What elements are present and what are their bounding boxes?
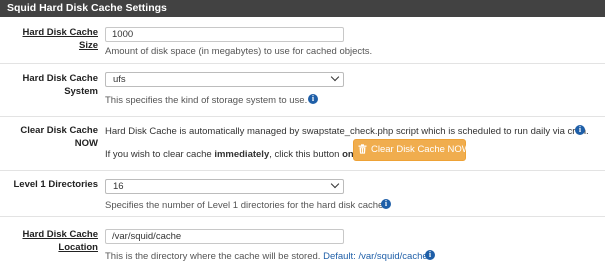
- cache-size-row: Hard Disk Cache Size 1000 Amount of disk…: [0, 17, 605, 63]
- cache-location-label[interactable]: Hard Disk Cache Location: [0, 229, 98, 254]
- cache-size-help: Amount of disk space (in megabytes) to u…: [105, 46, 373, 57]
- info-icon[interactable]: i: [575, 125, 585, 135]
- cache-system-label: Hard Disk Cache System: [22, 73, 98, 97]
- cache-location-help: This is the directory where the cache wi…: [105, 251, 428, 262]
- level1-dirs-label: Level 1 Directories: [13, 179, 99, 190]
- chevron-down-icon: [330, 179, 340, 189]
- level1-dirs-help: Specifies the number of Level 1 director…: [105, 200, 386, 211]
- cache-size-label[interactable]: Hard Disk Cache Size: [0, 27, 98, 52]
- cache-system-select[interactable]: ufs: [105, 72, 344, 87]
- info-icon[interactable]: i: [381, 199, 391, 209]
- cache-size-input[interactable]: 1000: [105, 27, 344, 42]
- level1-dirs-row: Level 1 Directories 16 Specifies the num…: [0, 170, 605, 216]
- chevron-down-icon: [330, 72, 340, 82]
- default-value-text: Default: /var/squid/cache: [323, 251, 428, 262]
- panel-title: Squid Hard Disk Cache Settings: [0, 0, 605, 17]
- clear-disk-cache-now-button[interactable]: Clear Disk Cache NOW: [353, 139, 471, 161]
- cache-system-row: Hard Disk Cache System ufs This specifie…: [0, 63, 605, 116]
- level1-dirs-select[interactable]: 16: [105, 179, 344, 194]
- cache-location-input[interactable]: /var/squid/cache: [105, 229, 344, 244]
- info-icon[interactable]: i: [308, 94, 318, 104]
- cache-settings-panel: Squid Hard Disk Cache Settings Hard Disk…: [0, 0, 605, 270]
- clear-cache-label: Clear Disk Cache NOW: [20, 125, 98, 149]
- info-icon[interactable]: i: [425, 250, 435, 260]
- trash-icon: [358, 144, 367, 155]
- cache-system-help: This specifies the kind of storage syste…: [105, 95, 308, 106]
- clear-cache-row: Clear Disk Cache NOW Hard Disk Cache is …: [0, 116, 605, 170]
- cache-location-row: Hard Disk Cache Location /var/squid/cach…: [0, 216, 605, 270]
- clear-cache-prompt: If you wish to clear cache immediately, …: [105, 149, 367, 160]
- clear-cache-description: Hard Disk Cache is automatically managed…: [105, 126, 589, 137]
